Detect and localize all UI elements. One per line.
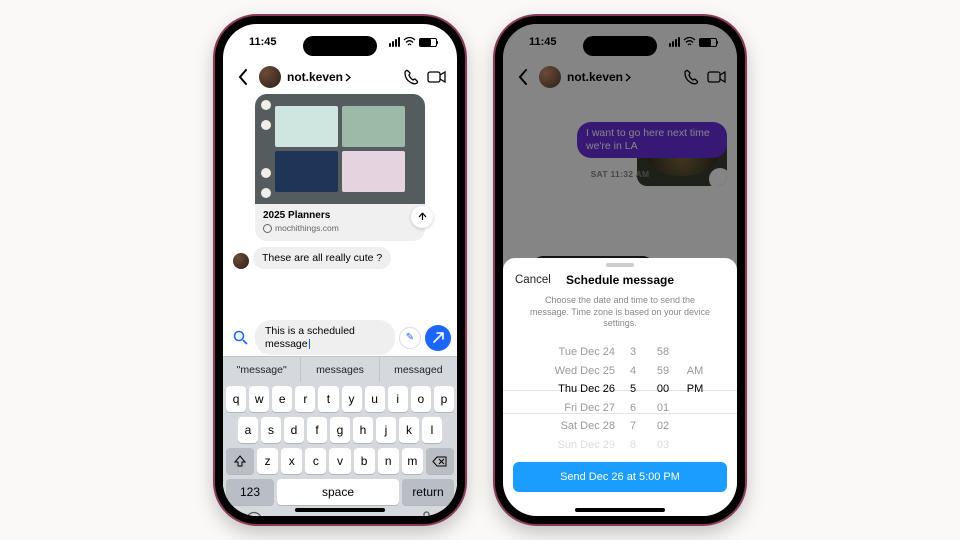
conversation-header: not.keven: [223, 60, 457, 94]
numbers-key[interactable]: 123: [226, 479, 274, 505]
key-f[interactable]: f: [307, 417, 327, 443]
message-input[interactable]: This is a scheduled message: [255, 320, 395, 355]
key-v[interactable]: v: [329, 448, 350, 474]
home-indicator: [295, 508, 385, 512]
incoming-message: These are all really cute ?: [253, 247, 391, 269]
call-icon[interactable]: [681, 67, 701, 87]
home-indicator: [575, 508, 665, 512]
key-a[interactable]: a: [238, 417, 258, 443]
status-time: 11:45: [529, 36, 557, 48]
sheet-title: Schedule message: [566, 273, 674, 287]
link-source: mochithings.com: [263, 223, 417, 233]
username[interactable]: not.keven: [567, 70, 631, 84]
key-y[interactable]: y: [342, 386, 362, 412]
space-key[interactable]: space: [277, 479, 399, 505]
back-icon[interactable]: [513, 67, 533, 87]
key-p[interactable]: p: [434, 386, 454, 412]
username[interactable]: not.keven: [287, 70, 351, 84]
link-title: 2025 Planners: [263, 210, 417, 221]
key-h[interactable]: h: [353, 417, 373, 443]
composer: This is a scheduled message ✎: [223, 320, 457, 355]
avatar[interactable]: [539, 66, 561, 88]
battery-icon: [699, 38, 717, 47]
battery-icon: [419, 38, 437, 47]
wifi-icon: [403, 37, 416, 47]
key-m[interactable]: m: [402, 448, 423, 474]
conversation-header: not.keven: [503, 60, 737, 94]
emoji-icon[interactable]: [244, 510, 264, 516]
key-r[interactable]: r: [295, 386, 315, 412]
key-d[interactable]: d: [284, 417, 304, 443]
key-c[interactable]: c: [305, 448, 326, 474]
key-t[interactable]: t: [318, 386, 338, 412]
key-w[interactable]: w: [249, 386, 269, 412]
video-icon[interactable]: [707, 67, 727, 87]
key-n[interactable]: n: [378, 448, 399, 474]
avatar[interactable]: [259, 66, 281, 88]
edit-icon[interactable]: ✎: [399, 327, 421, 349]
key-s[interactable]: s: [261, 417, 281, 443]
key-k[interactable]: k: [399, 417, 419, 443]
key-g[interactable]: g: [330, 417, 350, 443]
dynamic-island: [583, 36, 657, 56]
mic-icon[interactable]: [416, 510, 436, 516]
dynamic-island: [303, 36, 377, 56]
status-time: 11:45: [249, 36, 277, 48]
call-icon[interactable]: [401, 67, 421, 87]
sheet-description: Choose the date and time to send the mes…: [503, 293, 737, 336]
suggestion-bar: "message" messages messaged: [223, 356, 457, 382]
key-b[interactable]: b: [354, 448, 375, 474]
phone-right: 11:45 not.keven I want to go here next t…: [495, 16, 745, 524]
suggestion[interactable]: messaged: [380, 357, 457, 382]
globe-icon: [263, 224, 272, 233]
key-i[interactable]: i: [388, 386, 408, 412]
cancel-button[interactable]: Cancel: [515, 274, 551, 286]
share-icon[interactable]: [411, 206, 433, 228]
schedule-send-button[interactable]: Send Dec 26 at 5:00 PM: [513, 462, 727, 492]
signal-icon: [389, 37, 400, 47]
avatar: [233, 253, 249, 269]
datetime-picker[interactable]: Mon Dec 23Tue Dec 24Wed Dec 25Thu Dec 26…: [503, 336, 737, 466]
link-card[interactable]: 2025 Planners mochithings.com: [255, 94, 425, 241]
key-z[interactable]: z: [257, 448, 278, 474]
key-e[interactable]: e: [272, 386, 292, 412]
shift-key[interactable]: [226, 448, 254, 474]
key-u[interactable]: u: [365, 386, 385, 412]
key-o[interactable]: o: [411, 386, 431, 412]
suggestion[interactable]: messages: [301, 357, 379, 382]
return-key[interactable]: return: [402, 479, 454, 505]
key-q[interactable]: q: [226, 386, 246, 412]
wifi-icon: [683, 37, 696, 47]
key-j[interactable]: j: [376, 417, 396, 443]
suggestion[interactable]: "message": [223, 357, 301, 382]
backspace-key[interactable]: [426, 448, 454, 474]
key-l[interactable]: l: [422, 417, 442, 443]
keyboard: qwertyuiop asdfghjkl zxcvbnm 123 space r…: [223, 382, 457, 516]
link-image: [255, 94, 425, 204]
send-button[interactable]: [425, 325, 451, 351]
key-x[interactable]: x: [281, 448, 302, 474]
video-icon[interactable]: [427, 67, 447, 87]
search-icon[interactable]: [229, 327, 251, 349]
phone-left: 11:45 not.keven 2025 Planners: [215, 16, 465, 524]
schedule-sheet: Cancel Schedule message Choose the date …: [503, 258, 737, 516]
signal-icon: [669, 37, 680, 47]
back-icon[interactable]: [233, 67, 253, 87]
